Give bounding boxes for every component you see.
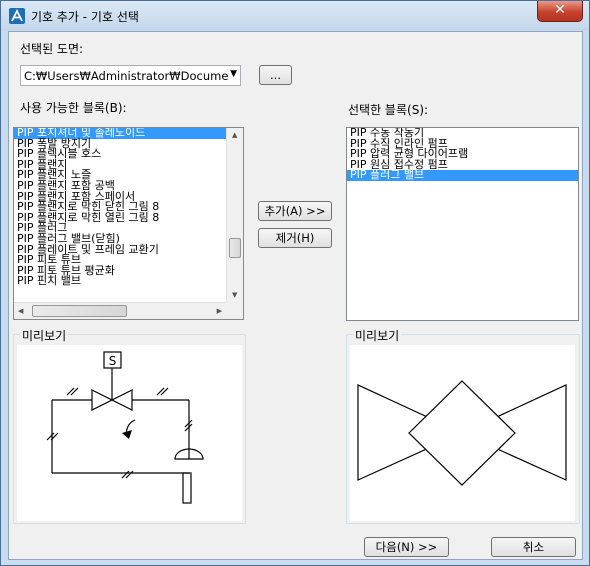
solenoid-valve-symbol: S — [46, 351, 204, 504]
list-item[interactable]: PIP 플러그 밸브 — [347, 170, 578, 181]
title-bar[interactable]: 기호 추가 - 기호 선택 ✕ — [1, 1, 589, 31]
preview-left-title: 미리보기 — [20, 327, 69, 344]
scroll-up-icon[interactable]: ▲ — [232, 131, 237, 139]
scroll-down-icon[interactable]: ▼ — [232, 291, 237, 299]
available-blocks-list[interactable]: PIP 포지셔너 및 솔레노이드 PIP 폭발 방지기 PIP 플렉시블 호스 PIP… — [13, 127, 244, 320]
next-button[interactable]: 다음(N) >> — [364, 537, 449, 557]
drawing-path-value: C:₩Users₩Administrator₩Docume — [24, 69, 229, 83]
close-button[interactable]: ✕ — [537, 1, 583, 22]
scroll-thumb[interactable] — [229, 238, 241, 258]
hscroll-thumb[interactable] — [32, 305, 127, 317]
solenoid-letter: S — [109, 354, 117, 368]
preview-left-canvas: S — [17, 345, 242, 521]
available-blocks-label: 사용 가능한 블록(B): — [20, 101, 127, 115]
autocad-app-icon — [9, 8, 25, 24]
list-item[interactable]: PIP 핀치 밸브 — [14, 276, 226, 287]
preview-right-canvas — [350, 345, 575, 521]
add-button[interactable]: 추가(A) >> — [258, 201, 332, 221]
selected-blocks-list[interactable]: PIP 수동 작동기 PIP 수직 인라인 펌프 PIP 압력 균형 다이어프램 PI… — [346, 127, 579, 321]
preview-right-title: 미리보기 — [353, 327, 402, 344]
remove-button[interactable]: 제거(H) — [258, 228, 332, 248]
drawing-label: 선택된 도면: — [20, 42, 84, 56]
scroll-right-icon[interactable]: ▶ — [217, 307, 222, 315]
preview-group-right: 미리보기 — [346, 327, 580, 524]
dialog-client-area: 선택된 도면: C:₩Users₩Administrator₩Docume ▼ … — [8, 31, 583, 560]
vertical-scrollbar[interactable]: ▲ ▼ — [226, 128, 243, 302]
horizontal-scrollbar[interactable]: ◀ ▶ — [14, 302, 226, 319]
plug-valve-symbol — [357, 380, 567, 486]
drawing-path-combobox[interactable]: C:₩Users₩Administrator₩Docume ▼ — [20, 65, 241, 86]
chevron-down-icon[interactable]: ▼ — [230, 69, 237, 79]
window-title: 기호 추가 - 기호 선택 — [31, 10, 139, 24]
selected-blocks-label: 선택한 블록(S): — [348, 103, 429, 117]
scroll-left-icon[interactable]: ◀ — [18, 307, 23, 315]
preview-group-left: 미리보기 S — [13, 327, 246, 524]
browse-button[interactable]: ... — [259, 65, 292, 85]
dialog-window: 기호 추가 - 기호 선택 ✕ 선택된 도면: C:₩Users₩Adminis… — [0, 0, 590, 566]
scroll-corner — [226, 302, 243, 319]
cancel-button[interactable]: 취소 — [491, 537, 576, 557]
